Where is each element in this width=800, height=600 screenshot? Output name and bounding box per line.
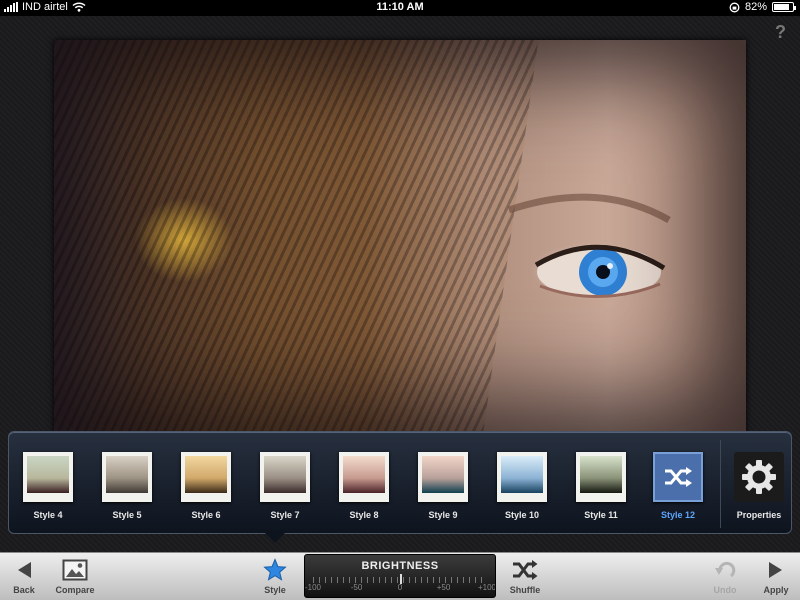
help-button[interactable]: ? [775, 22, 786, 43]
style-preview [343, 456, 385, 493]
style-preview [27, 456, 69, 493]
image-icon [62, 559, 88, 581]
shuffle-icon [513, 560, 538, 580]
back-arrow-icon [18, 562, 31, 578]
style-label: Style 11 [584, 510, 618, 520]
style-button[interactable]: Style [258, 557, 292, 595]
style-button-label: Style [264, 585, 286, 595]
style-label: Style 10 [504, 510, 540, 520]
style-option-8[interactable]: Style 8 [337, 452, 391, 520]
style-option-11[interactable]: Style 11 [574, 452, 628, 520]
style-strip: Style 4 Style 5 Style 6 Style 7 Style 8 … [8, 431, 792, 543]
status-bar: IND airtel 11:10 AM 82% [0, 0, 800, 16]
style-label: Style 9 [428, 510, 458, 520]
strip-pointer [265, 533, 285, 543]
forward-arrow-icon [769, 562, 782, 578]
battery-icon [772, 2, 796, 12]
shuffle-icon [665, 467, 692, 487]
style-option-10[interactable]: Style 10 [495, 452, 549, 520]
brightness-slider[interactable]: BRIGHTNESS -100 -50 0 +50 +100 [304, 554, 496, 598]
star-icon [263, 558, 287, 581]
style-label: Style 7 [270, 510, 300, 520]
shuffle-label: Shuffle [509, 585, 541, 595]
style-label: Style 12 [660, 510, 696, 520]
slider-tick-label: +100 [477, 583, 496, 592]
properties-button[interactable]: Properties [731, 452, 787, 520]
slider-tick-label: 0 [397, 583, 403, 592]
style-preview [185, 456, 227, 493]
style-option-6[interactable]: Style 6 [179, 452, 233, 520]
battery-percent: 82% [744, 1, 767, 13]
style-option-4[interactable]: Style 4 [21, 452, 75, 520]
style-option-9[interactable]: Style 9 [416, 452, 470, 520]
back-button[interactable]: Back [8, 557, 40, 595]
style-option-12[interactable]: Style 12 [651, 452, 705, 520]
compare-button[interactable]: Compare [52, 557, 98, 595]
app-screen: IND airtel 11:10 AM 82% ? Style 4 Style … [0, 0, 800, 600]
rotation-lock-icon [729, 2, 740, 12]
slider-tick-label: -100 [304, 583, 322, 592]
gear-icon [742, 460, 776, 494]
strip-divider [720, 440, 721, 528]
compare-label: Compare [55, 585, 95, 595]
style-option-5[interactable]: Style 5 [100, 452, 154, 520]
photo-canvas[interactable] [54, 40, 746, 434]
slider-title: BRIGHTNESS [361, 560, 439, 572]
style-label: Style 4 [33, 510, 63, 520]
slider-tick-label: +50 [436, 583, 451, 592]
back-label: Back [13, 585, 35, 595]
undo-button[interactable]: Undo [710, 557, 740, 595]
style-label: Style 6 [191, 510, 221, 520]
clock: 11:10 AM [376, 1, 424, 13]
apply-label: Apply [763, 585, 789, 595]
shuffle-button[interactable]: Shuffle [506, 557, 544, 595]
style-option-7[interactable]: Style 7 [258, 452, 312, 520]
undo-label: Undo [713, 585, 737, 595]
apply-button[interactable]: Apply [760, 557, 792, 595]
style-preview [264, 456, 306, 493]
style-preview [580, 456, 622, 493]
style-label: Style 8 [349, 510, 379, 520]
slider-tick-label: -50 [350, 583, 363, 592]
style-preview [501, 456, 543, 493]
style-label: Style 5 [112, 510, 142, 520]
style-preview [422, 456, 464, 493]
undo-icon [715, 561, 736, 578]
properties-label: Properties [736, 510, 782, 520]
style-preview [106, 456, 148, 493]
